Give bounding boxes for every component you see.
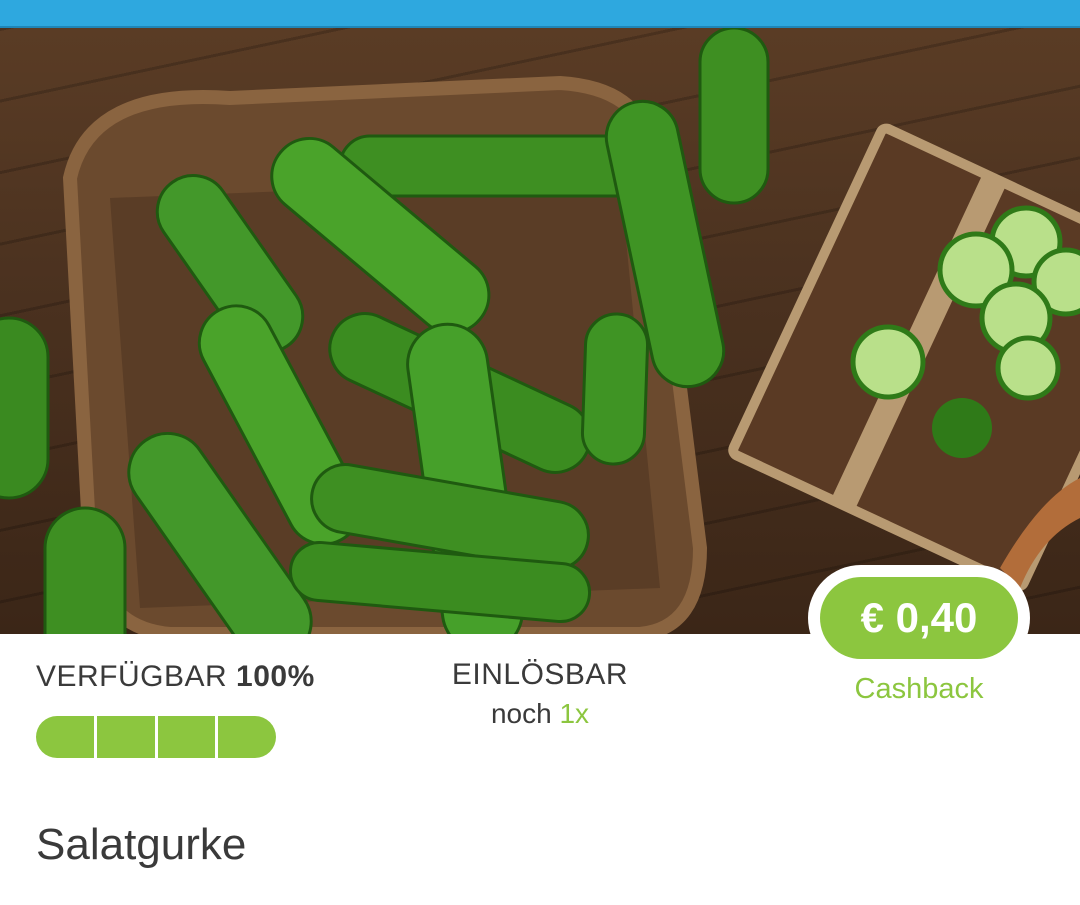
cashback-label: Cashback	[854, 673, 984, 705]
availability-segment	[157, 716, 216, 758]
cashback-amount: € 0,40	[820, 577, 1018, 659]
cashback-badge: € 0,40	[808, 565, 1030, 671]
redeem-info: EINLÖSBAR noch 1x	[420, 658, 660, 730]
redeem-number: 1x	[559, 698, 590, 729]
redeem-title: EINLÖSBAR	[451, 658, 629, 691]
product-title: Salatgurke	[36, 820, 247, 869]
availability-segment	[96, 716, 155, 758]
product-image	[0, 28, 1080, 634]
redeem-count: noch 1x	[420, 698, 660, 730]
cucumber-photo-icon	[0, 28, 1080, 634]
availability-segment	[218, 716, 276, 758]
app-top-bar	[0, 0, 1080, 26]
availability-text: VERFÜGBAR	[36, 660, 228, 693]
availability-segment	[36, 716, 94, 758]
redeem-prefix: noch	[490, 698, 560, 729]
availability-label: VERFÜGBAR 100%	[36, 660, 315, 694]
availability-percent: 100%	[236, 660, 315, 693]
availability-bar	[36, 716, 276, 758]
